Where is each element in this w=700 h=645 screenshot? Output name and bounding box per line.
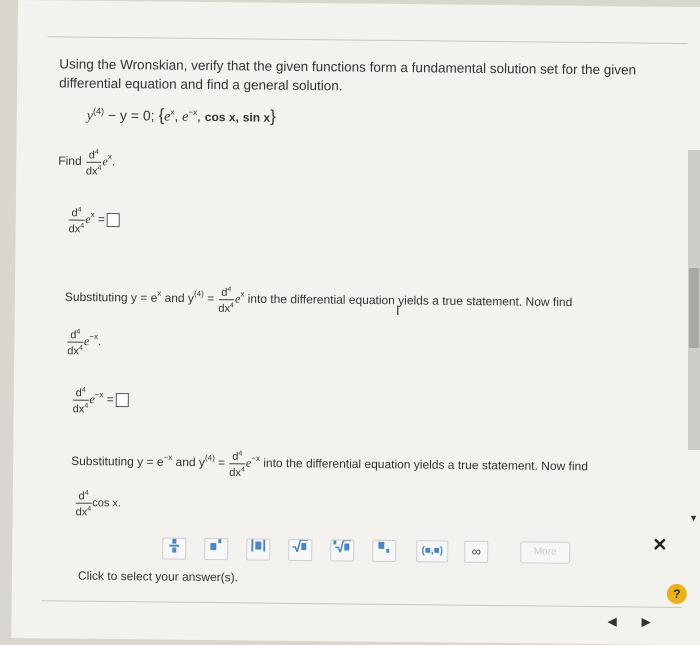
question-panel: Using the Wronskian, verify that the giv… (11, 0, 700, 645)
answer-box-1[interactable] (106, 213, 120, 228)
infinity-button[interactable]: ∞ (464, 540, 489, 563)
ordered-pair-button[interactable]: (■,■) (416, 540, 449, 563)
scroll-down-icon[interactable]: ▼ (689, 513, 698, 523)
absolute-value-icon (251, 539, 266, 552)
text-cursor-icon: I (395, 301, 400, 319)
derivative-fraction: d4 dx4 (218, 284, 235, 315)
next-arrow-icon[interactable]: ▶ (641, 615, 650, 629)
find-prompt-2: d4 dx4 e−x. (66, 326, 101, 358)
derivative-fraction: d4 dx4 (76, 487, 92, 518)
derivative-fraction: d4 dx4 (86, 146, 102, 177)
find-prompt-1: Find d4 dx4 ex. (58, 146, 115, 177)
superscript-button[interactable] (204, 537, 229, 561)
derivative-fraction: d4 dx4 (229, 448, 246, 479)
superscript-icon (210, 539, 222, 551)
answer-row-1: d4 dx4 ex = (68, 204, 121, 236)
fraction-icon (169, 538, 180, 553)
square-root-button[interactable] (288, 538, 313, 562)
answer-box-2[interactable] (115, 393, 129, 408)
absolute-value-button[interactable] (246, 538, 271, 561)
substitution-text-1: Substituting y = ex and y(4) = d4 dx4 ex… (65, 283, 573, 319)
subscript-icon (378, 541, 390, 553)
help-button[interactable]: ? (666, 583, 687, 605)
scrollbar-thumb[interactable] (689, 268, 699, 348)
select-answer-hint: Click to select your answer(s). (77, 568, 239, 585)
derivative-fraction: d4 dx4 (67, 326, 84, 357)
answer-row-2: d4 dx4 e−x = (72, 384, 129, 416)
subscript-button[interactable] (372, 539, 397, 562)
divider (41, 600, 682, 608)
more-button[interactable]: More (520, 541, 571, 564)
nth-root-icon (333, 539, 352, 555)
find-prompt-3: d4 dx4 cos x. (75, 487, 122, 519)
divider (47, 36, 688, 45)
prev-arrow-icon[interactable]: ◀ (607, 614, 616, 628)
problem-statement: Using the Wronskian, verify that the giv… (59, 56, 637, 94)
substitution-text-2: Substituting y = e−x and y(4) = d4 dx4 e… (71, 447, 588, 483)
derivative-fraction: d4 dx4 (69, 204, 85, 235)
close-icon[interactable]: ✕ (652, 535, 667, 556)
fraction-button[interactable] (162, 537, 187, 560)
derivative-fraction: d4 dx4 (73, 384, 89, 415)
square-root-icon (292, 539, 309, 555)
problem-equation: y(4) − y = 0; {ex, e−x, cos x, sin x} (86, 105, 276, 126)
nth-root-button[interactable] (330, 539, 355, 562)
